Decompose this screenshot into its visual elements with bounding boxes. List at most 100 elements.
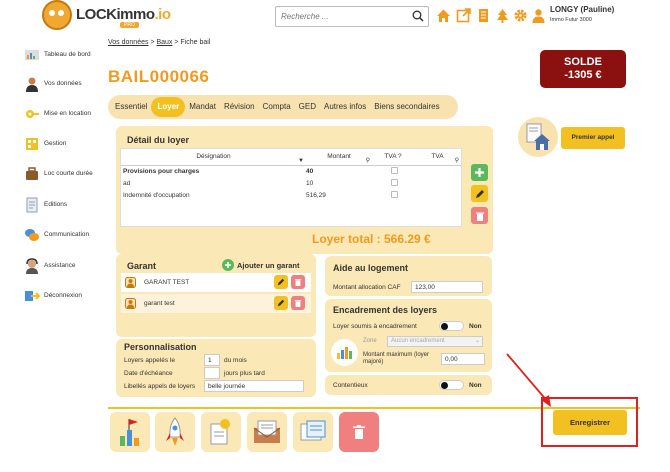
tile-stats[interactable] — [110, 412, 150, 452]
col-tva-check[interactable]: TVA ? — [372, 149, 414, 166]
search-icon[interactable] — [412, 10, 424, 22]
app-logo[interactable]: LOCKimmo.io PRO — [42, 0, 171, 32]
zone-select[interactable]: Aucun encadrement ⌄ — [387, 335, 483, 347]
sidebar-item-gestion[interactable]: Gestion — [24, 133, 104, 155]
sidebar-item-deconnexion[interactable]: Déconnexion — [24, 285, 104, 307]
owl-logo-icon — [42, 0, 72, 30]
sidebar-item-loc-courte-duree[interactable]: Loc courte durée — [24, 163, 104, 185]
sidebar-label: Assistance — [44, 262, 76, 270]
soumis-toggle[interactable] — [439, 321, 464, 331]
tab-loyer[interactable]: Loyer — [151, 97, 186, 117]
tab-autres-infos[interactable]: Autres infos — [320, 97, 370, 117]
tree-icon[interactable] — [495, 8, 510, 23]
premier-appel-button[interactable]: Premier appel — [561, 127, 625, 149]
max-input[interactable] — [441, 353, 485, 365]
edit-garant-button[interactable] — [274, 275, 288, 289]
table-row[interactable]: Indemnité d'occupation 516,29 — [121, 189, 461, 201]
delete-row-button[interactable] — [471, 207, 488, 224]
tva-checkbox[interactable] — [390, 166, 398, 174]
col-montant-label: Montant — [327, 153, 351, 161]
chart-icon — [337, 347, 352, 359]
breadcrumb-vos-donnees[interactable]: Vos données — [108, 39, 148, 46]
sidebar-item-vos-donnees[interactable]: Vos données — [24, 73, 104, 95]
appel-suffix: du mois — [224, 356, 247, 364]
tab-biens-secondaires[interactable]: Biens secondaires — [370, 97, 443, 117]
add-garant-button[interactable]: Ajouter un garant — [222, 259, 300, 271]
table-row[interactable]: Provisions pour charges 40 — [121, 165, 461, 177]
tile-idea[interactable] — [201, 412, 241, 452]
delete-garant-button[interactable] — [291, 296, 305, 310]
flag-chart-icon — [120, 419, 139, 446]
tile-mail[interactable] — [247, 412, 287, 452]
add-row-button[interactable] — [471, 164, 488, 181]
caf-row: Montant allocation CAF — [333, 279, 483, 295]
sidebar-label: Tableau de bord — [44, 51, 91, 59]
tab-compta[interactable]: Compta — [259, 97, 295, 117]
filter-icon[interactable]: ▼ — [298, 158, 304, 164]
col-montant[interactable]: Montant ⚲ — [306, 149, 372, 166]
user-company: Immo Futur 3000 — [550, 17, 592, 23]
plus-icon — [475, 168, 484, 177]
search-icon[interactable]: ⚲ — [366, 157, 370, 164]
max-label: Montant maximum (loyer majoré) — [363, 352, 430, 365]
personnalisation-title: Personnalisation — [124, 342, 197, 352]
echeance-suffix: jours plus tard — [224, 369, 265, 377]
sidebar-item-communication[interactable]: Communication — [24, 224, 104, 246]
trash-icon — [294, 279, 302, 286]
sidebar-item-assistance[interactable]: Assistance — [24, 255, 104, 277]
libelles-input[interactable] — [204, 380, 304, 392]
pencil-icon — [475, 189, 484, 198]
guarantor-icon — [125, 298, 136, 309]
logo-text: LOCKimmo.io — [76, 6, 171, 23]
edit-garant-button[interactable] — [274, 296, 288, 310]
home-icon[interactable] — [436, 8, 451, 23]
tab-essentiel[interactable]: Essentiel — [111, 97, 151, 117]
search-input[interactable] — [276, 7, 406, 26]
loyer-grid: Désignation ▼ Montant ⚲ TVA ? TVA ⚲ Provisi… — [120, 148, 462, 227]
user-name: LONGY (Pauline) — [550, 5, 615, 14]
sidebar-item-editions[interactable]: Editions — [24, 194, 104, 216]
management-icon — [26, 138, 38, 150]
table-row[interactable]: ad 10 — [121, 177, 461, 189]
col-designation[interactable]: Désignation ▼ — [121, 149, 306, 166]
tile-rocket[interactable] — [155, 412, 195, 452]
contentieux-row: Contentieux Non — [333, 377, 482, 393]
delete-garant-button[interactable] — [291, 275, 305, 289]
document-idea-icon — [210, 419, 230, 445]
tva-checkbox[interactable] — [390, 190, 398, 198]
user-data-icon — [26, 77, 38, 92]
caf-input[interactable] — [411, 281, 483, 293]
tile-invoice[interactable] — [293, 412, 333, 452]
envelope-icon — [253, 420, 281, 443]
logo-sub-badge: PRO — [120, 22, 139, 28]
caf-label: Montant allocation CAF — [333, 283, 401, 291]
soumis-label: Loyer soumis à encadrement — [333, 322, 417, 330]
col-tva[interactable]: TVA ⚲ — [414, 149, 461, 166]
gear-icon[interactable] — [513, 8, 528, 23]
sidebar-item-mise-en-location[interactable]: Mise en location — [24, 103, 104, 125]
contentieux-value: Non — [469, 381, 482, 389]
col-designation-label: Désignation — [196, 153, 231, 161]
col-tva-check-label: TVA ? — [384, 153, 402, 161]
breadcrumb-baux[interactable]: Baux — [156, 39, 172, 46]
document-icon[interactable] — [476, 8, 491, 23]
contentieux-toggle[interactable] — [439, 380, 464, 390]
add-garant-label: Ajouter un garant — [237, 260, 300, 270]
tab-revision[interactable]: Révision — [220, 97, 259, 117]
sidebar-item-dashboard[interactable]: Tableau de bord — [24, 44, 104, 66]
tab-mandat[interactable]: Mandat — [185, 97, 220, 117]
tab-ged[interactable]: GED — [295, 97, 320, 117]
edit-row-button[interactable] — [471, 185, 488, 202]
garant-title: Garant — [127, 261, 157, 271]
tva-checkbox[interactable] — [390, 178, 398, 186]
trash-icon — [353, 425, 365, 439]
search-icon[interactable]: ⚲ — [455, 157, 459, 164]
save-button[interactable]: Enregistrer — [553, 410, 627, 435]
loyer-total: Loyer total : 566.29 € — [312, 232, 431, 246]
external-link-icon[interactable] — [456, 8, 471, 23]
detail-loyer-title: Détail du loyer — [127, 135, 190, 145]
encadrement-title: Encadrement des loyers — [333, 305, 438, 315]
dashboard-icon — [25, 50, 39, 60]
user-icon[interactable] — [531, 8, 546, 23]
tile-delete[interactable] — [339, 412, 379, 452]
